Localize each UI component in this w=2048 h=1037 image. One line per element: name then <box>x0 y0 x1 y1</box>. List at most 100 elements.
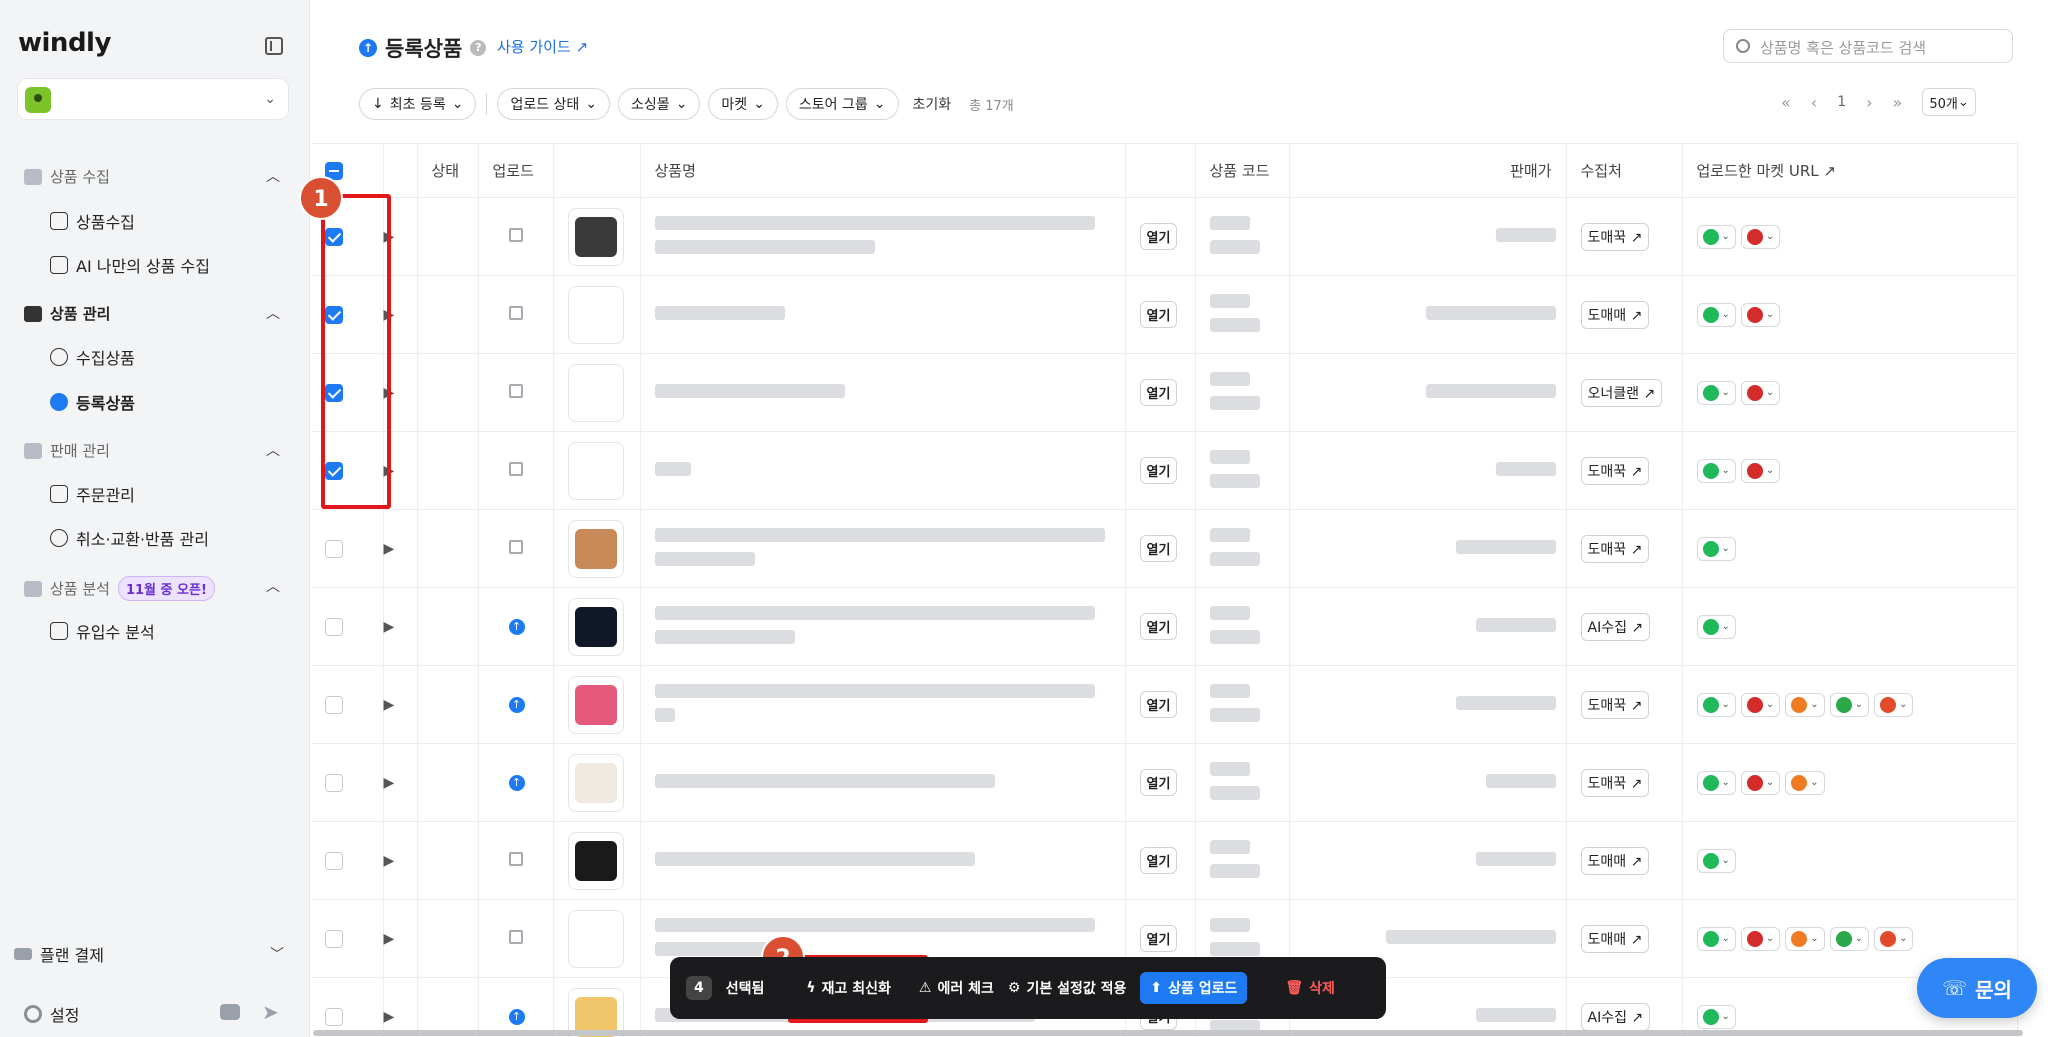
expand-icon[interactable]: ▶ <box>384 229 395 245</box>
open-button[interactable]: 열기 <box>1139 691 1178 718</box>
help-button[interactable]: ☏ 문의 <box>1917 958 2037 1018</box>
prev-page-button[interactable]: ‹ <box>1811 93 1817 112</box>
market-dropdown[interactable]: ⌄ <box>1696 536 1736 561</box>
open-button[interactable]: 열기 <box>1139 457 1178 484</box>
open-button[interactable]: 열기 <box>1139 379 1178 406</box>
table-row[interactable]: ▶ 열기 도매매 ↗ ⌄ ⌄ <box>311 275 2018 354</box>
market-dropdown[interactable]: ⌄ <box>1740 692 1781 717</box>
source-button[interactable]: 도매매 ↗ <box>1580 300 1650 329</box>
send-icon[interactable]: ➤ <box>262 1000 279 1024</box>
chevron-up-icon[interactable]: ︿ <box>266 576 280 596</box>
table-row[interactable]: ▶ ↑ 열기 도매꾹 ↗ ⌄ ⌄ ⌄ ⌄ ⌄ <box>311 665 2018 744</box>
market-dropdown[interactable]: ⌄ <box>1785 926 1825 951</box>
settings-link[interactable]: 설정 <box>24 1002 79 1026</box>
sidebar-item-collect[interactable]: 상품수집 <box>50 209 135 233</box>
market-dropdown[interactable]: ⌄ <box>1740 380 1781 405</box>
row-checkbox[interactable] <box>325 695 343 714</box>
source-button[interactable]: 도매꾹 ↗ <box>1580 456 1650 485</box>
source-button[interactable]: 도매꾹 ↗ <box>1580 534 1650 563</box>
open-button[interactable]: 열기 <box>1139 301 1178 328</box>
source-button[interactable]: 도매매 ↗ <box>1580 924 1650 953</box>
guide-link[interactable]: 사용 가이드 ↗ <box>497 36 588 57</box>
error-check-button[interactable]: ⚠ 에러 체크 <box>919 978 994 998</box>
chevron-down-icon[interactable]: ﹀ <box>270 944 284 964</box>
source-button[interactable]: 도매꾹 ↗ <box>1580 222 1650 251</box>
table-row[interactable]: ▶ ↑ 열기 AI수집 ↗ ⌄ <box>311 587 2018 666</box>
plan-payment[interactable]: 플랜 결제 <box>14 942 104 966</box>
market-dropdown[interactable]: ⌄ <box>1785 692 1825 717</box>
expand-icon[interactable]: ▶ <box>384 1009 395 1025</box>
market-dropdown[interactable]: ⌄ <box>1696 614 1736 639</box>
market-dropdown[interactable]: ⌄ <box>1740 224 1781 249</box>
section-analytics[interactable]: 상품 분석 11월 중 오픈! <box>24 576 215 601</box>
table-row[interactable]: ▶ 열기 도매꾹 ↗ ⌄ ⌄ <box>311 431 2018 510</box>
sidebar-item-registered[interactable]: 등록상품 <box>50 390 135 414</box>
reset-button[interactable]: 초기화 <box>913 94 952 114</box>
store-group-filter[interactable]: 스토어 그룹 ⌄ <box>785 88 899 120</box>
per-page-select[interactable]: 50개 ⌄ <box>1922 88 1976 116</box>
expand-icon[interactable]: ▶ <box>384 853 395 869</box>
expand-icon[interactable]: ▶ <box>384 307 395 323</box>
market-dropdown[interactable]: ⌄ <box>1785 770 1825 795</box>
source-button[interactable]: AI수집 ↗ <box>1580 612 1651 641</box>
section-sales[interactable]: 판매 관리 <box>24 440 110 461</box>
open-button[interactable]: 열기 <box>1139 847 1178 874</box>
help-icon[interactable]: ? <box>470 40 487 56</box>
row-checkbox[interactable] <box>325 851 343 870</box>
open-button[interactable]: 열기 <box>1139 535 1178 562</box>
row-checkbox[interactable] <box>325 1007 343 1026</box>
refresh-stock-button[interactable]: ϟ 재고 최신화 <box>806 978 891 998</box>
delete-button[interactable]: 🗑 삭제 <box>1285 978 1335 998</box>
source-button[interactable]: 도매매 ↗ <box>1580 846 1650 875</box>
section-collect[interactable]: 상품 수집 <box>24 166 110 187</box>
sidebar-item-collected[interactable]: 수집상품 <box>50 345 135 369</box>
market-dropdown[interactable]: ⌄ <box>1696 926 1736 951</box>
chevron-up-icon[interactable]: ︿ <box>266 303 280 323</box>
open-button[interactable]: 열기 <box>1139 613 1178 640</box>
source-button[interactable]: 오너클랜 ↗ <box>1580 378 1663 407</box>
table-row[interactable]: ▶ ↑ 열기 도매꾹 ↗ ⌄ ⌄ ⌄ <box>311 743 2018 822</box>
section-manage[interactable]: 상품 관리 <box>24 303 110 324</box>
sidebar-item-orders[interactable]: 주문관리 <box>50 482 135 506</box>
row-checkbox[interactable] <box>325 227 343 246</box>
expand-icon[interactable]: ▶ <box>384 619 395 635</box>
row-checkbox[interactable] <box>325 461 343 480</box>
market-dropdown[interactable]: ⌄ <box>1696 224 1736 249</box>
sidebar-item-returns[interactable]: 취소·교환·반품 관리 <box>50 526 209 550</box>
expand-icon[interactable]: ▶ <box>384 385 395 401</box>
table-row[interactable]: ▶ 열기 도매매 ↗ ⌄ <box>311 821 2018 900</box>
market-filter[interactable]: 마켓 ⌄ <box>708 88 778 120</box>
next-page-button[interactable]: › <box>1866 93 1872 112</box>
expand-icon[interactable]: ▶ <box>384 931 395 947</box>
market-dropdown[interactable]: ⌄ <box>1696 458 1736 483</box>
market-dropdown[interactable]: ⌄ <box>1829 692 1870 717</box>
expand-icon[interactable]: ▶ <box>384 541 395 557</box>
expand-icon[interactable]: ▶ <box>384 463 395 479</box>
last-page-button[interactable]: » <box>1893 93 1903 112</box>
horizontal-scrollbar[interactable] <box>313 1030 2023 1036</box>
row-checkbox[interactable] <box>325 617 343 636</box>
sidebar-item-traffic[interactable]: 유입수 분석 <box>50 619 155 643</box>
source-button[interactable]: 도매꾹 ↗ <box>1580 768 1650 797</box>
market-dropdown[interactable]: ⌄ <box>1696 692 1736 717</box>
market-dropdown[interactable]: ⌄ <box>1874 692 1914 717</box>
market-dropdown[interactable]: ⌄ <box>1696 302 1736 327</box>
row-checkbox[interactable] <box>325 773 343 792</box>
sidebar-item-ai-collect[interactable]: AI 나만의 상품 수집 <box>50 253 210 277</box>
market-dropdown[interactable]: ⌄ <box>1740 770 1781 795</box>
open-button[interactable]: 열기 <box>1139 925 1178 952</box>
source-button[interactable]: 도매꾹 ↗ <box>1580 690 1650 719</box>
market-dropdown[interactable]: ⌄ <box>1829 926 1870 951</box>
market-dropdown[interactable]: ⌄ <box>1740 302 1781 327</box>
sidebar-collapse-icon[interactable] <box>265 37 283 55</box>
market-dropdown[interactable]: ⌄ <box>1874 926 1914 951</box>
market-dropdown[interactable]: ⌄ <box>1696 848 1736 873</box>
market-dropdown[interactable]: ⌄ <box>1696 770 1736 795</box>
row-checkbox[interactable] <box>325 539 343 558</box>
workspace-selector[interactable]: ⌄ <box>17 78 289 120</box>
row-checkbox[interactable] <box>325 305 343 324</box>
expand-icon[interactable]: ▶ <box>384 697 395 713</box>
open-button[interactable]: 열기 <box>1139 223 1178 250</box>
source-button[interactable]: AI수집 ↗ <box>1580 1002 1651 1031</box>
market-dropdown[interactable]: ⌄ <box>1696 1004 1736 1029</box>
